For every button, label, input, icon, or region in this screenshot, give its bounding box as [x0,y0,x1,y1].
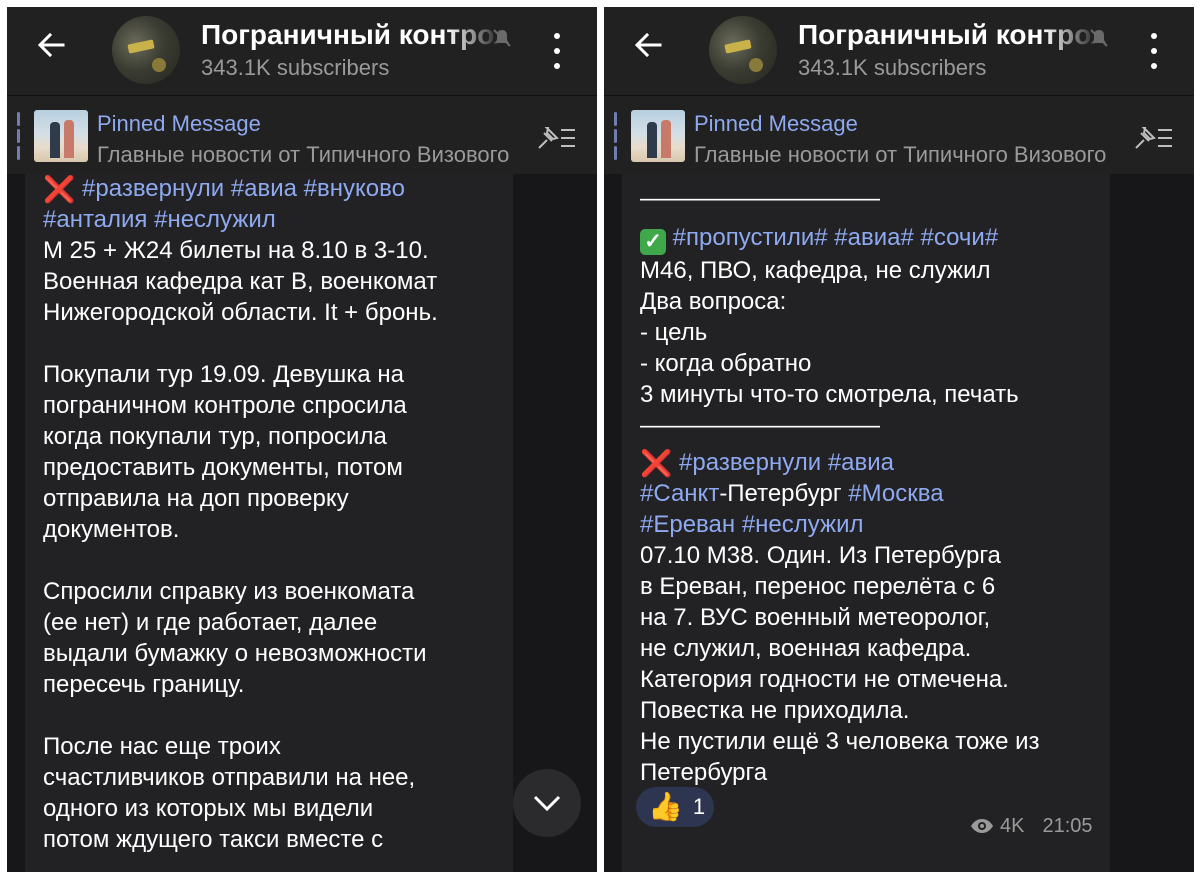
text-line: на 7. ВУС военный метеоролог, [640,604,991,631]
pinned-message-bar[interactable]: Pinned Message Главные новости от Типичн… [604,95,1194,174]
hashtag-link[interactable]: #Москва [848,480,943,507]
channel-title[interactable]: Пограничный контроль [798,19,1098,51]
more-vert-icon[interactable] [1142,33,1166,69]
pinned-title: Pinned Message [97,111,261,136]
message-text: ❌ #развернули #авиа #внуково #анталия #н… [43,173,503,855]
text-line: Категория годности не отмечена. [640,666,1009,693]
text-line: выдали бумажку о невозможности [43,640,427,667]
pin-indicator [17,112,20,160]
text-line: отправила на доп проверку [43,485,349,512]
hashtag-link[interactable]: #развернули [679,449,821,476]
text-line: 07.10 М38. Один. Из Петербурга [640,542,1001,569]
message-meta: 4K 21:05 [970,813,1093,839]
text-line: пограничном контроле спросила [43,392,407,419]
separator: —————————— [640,412,880,439]
back-arrow-icon[interactable] [628,25,668,65]
text-line: Не пустили ещё 3 человека тоже из [640,728,1040,755]
scroll-down-button[interactable] [513,769,581,837]
channel-avatar[interactable] [112,16,180,84]
text-line: пересечь границу. [43,671,245,698]
text-line: М46, ПВО, кафедра, не служил [640,257,991,284]
text-line: - когда обратно [640,350,812,377]
text-line: счастливчиков отправили на нее, [43,764,416,791]
text-line: не служил, военная кафедра. [640,635,972,662]
text-line: 3 минуты что-то смотрела, печать [640,381,1019,408]
text-line: Спросили справку из военкомата [43,578,415,605]
text-line: М 25 + Ж24 билеты на 8.10 в 3-10. [43,237,429,264]
pin-indicator [614,112,617,160]
text-line: - цель [640,319,708,346]
pinned-message-bar[interactable]: Pinned Message Главные новости от Типичн… [7,95,597,174]
hashtag-link[interactable]: #авиа [828,449,894,476]
text-line: Повестка не приходила. [640,697,910,724]
scroll-down-icon [533,795,561,812]
text-line: Нижегородской области. It + бронь. [43,299,438,326]
chat-header: Пограничный контроль 343.1K subscribers [604,7,1194,95]
view-count: 4K [1000,814,1025,837]
pinned-preview: Главные новости от Типичного Визового [694,142,1107,167]
channel-avatar[interactable] [709,16,777,84]
text-line: Военная кафедра кат В, военкомат [43,268,438,295]
pinned-thumbnail [34,110,88,162]
text-line: потом ждущего такси вместе с [43,826,384,853]
unpin-icon[interactable] [1132,124,1174,152]
pinned-title: Pinned Message [694,111,858,136]
subscriber-count: 343.1K subscribers [201,55,390,80]
message-time: 21:05 [1042,814,1093,837]
more-vert-icon[interactable] [545,33,569,69]
pinned-preview: Главные новости от Типичного Визового [97,142,510,167]
text-line: После нас еще троих [43,733,281,760]
mute-icon [491,27,513,49]
text-line: предоставить документы, потом [43,454,403,481]
hashtag-link[interactable]: #неслужил [742,511,864,538]
eye-icon [971,819,993,833]
text-line: Петербурга [640,759,768,786]
hashtag-link[interactable]: #развернули #авиа #внуково [82,175,405,202]
mute-icon [1088,27,1110,49]
pinned-thumbnail [631,110,685,162]
chat-panel-left: Пограничный контроль 343.1K subscribers … [7,7,597,872]
hashtag-link[interactable]: #анталия #неслужил [43,206,276,233]
hashtag-link[interactable]: #Ереван [640,511,735,538]
chat-header: Пограничный контроль 343.1K subscribers [7,7,597,95]
thumbs-up-icon: 👍 [648,791,683,822]
text-line: Два вопроса: [640,288,787,315]
text-line: одного из которых мы видели [43,795,374,822]
text-line: в Ереван, перенос перелёта с 6 [640,573,996,600]
chat-panel-right: Пограничный контроль 343.1K subscribers … [604,7,1194,872]
channel-title[interactable]: Пограничный контроль [201,19,501,51]
hashtag-link[interactable]: #Санкт [640,480,719,507]
back-arrow-icon[interactable] [31,25,71,65]
cross-mark-icon: ❌ [640,448,673,478]
check-mark-icon: ✓ [640,229,666,255]
text-line: (ее нет) и где работает, далее [43,609,378,636]
text-line: документов. [43,516,180,543]
text-line: Покупали тур 19.09. Девушка на [43,361,404,388]
hashtag-link[interactable]: #пропустили# #авиа# #сочи# [673,224,999,251]
separator: —————————— [640,185,880,212]
reaction-chip[interactable]: 👍 1 [636,787,714,827]
reaction-count: 1 [692,794,706,819]
text-fragment: -Петербург [719,480,849,507]
cross-mark-icon: ❌ [43,174,76,204]
text-line: когда покупали тур, попросила [43,423,387,450]
unpin-icon[interactable] [535,124,577,152]
subscriber-count: 343.1K subscribers [798,55,987,80]
message-text: —————————— ✓ #пропустили# #авиа# #сочи# … [640,183,1100,788]
